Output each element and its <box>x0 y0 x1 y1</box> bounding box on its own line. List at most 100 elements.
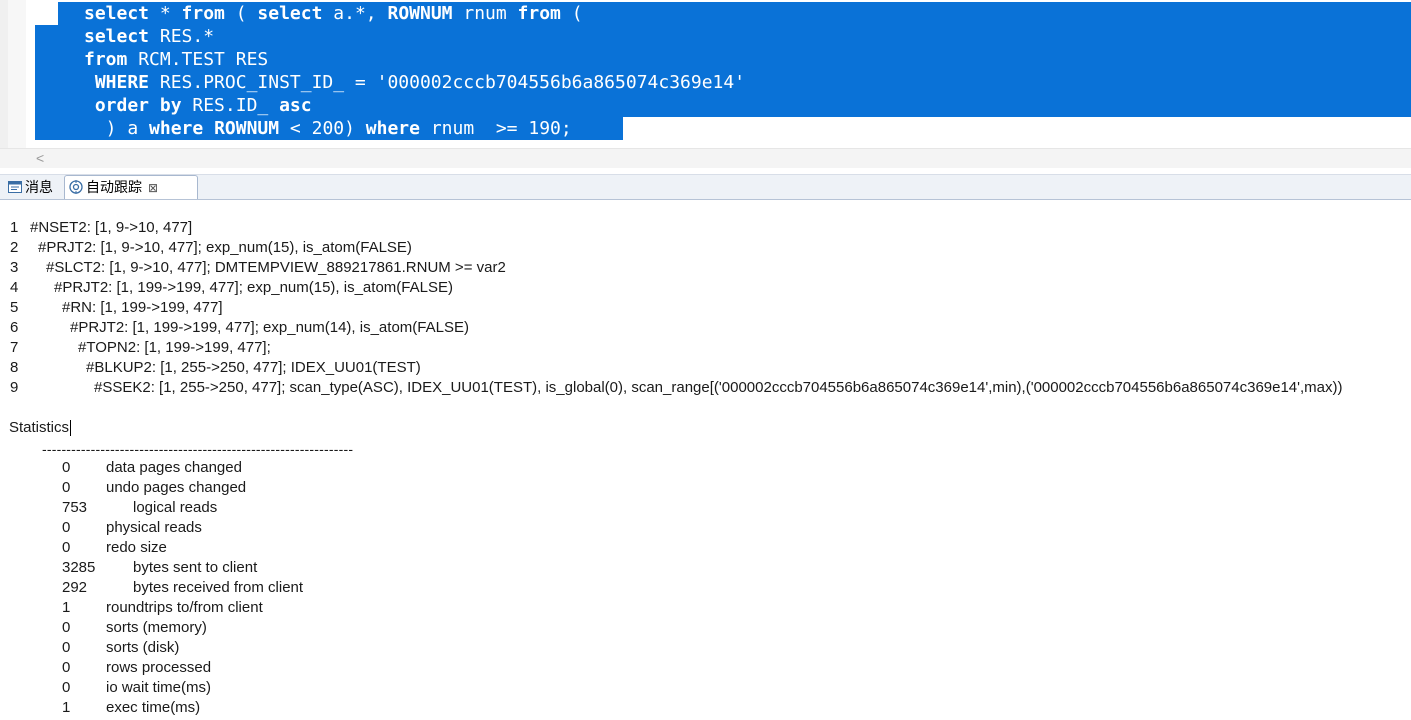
statistic-value: 0 <box>62 519 71 536</box>
sql-keyword: from <box>517 3 561 24</box>
plan-line-number: 4 <box>10 279 19 296</box>
statistic-label: exec time(ms) <box>106 699 201 716</box>
statistic-value: 753 <box>62 499 88 516</box>
plan-line-number: 6 <box>10 319 19 336</box>
statistics-row: 1 roundtrips to/from client <box>0 598 600 618</box>
statistics-row: 753 logical reads <box>0 498 600 518</box>
sql-keyword: WHERE <box>84 72 150 93</box>
plan-line: 1 #NSET2: [1, 9->10, 477] <box>10 218 192 238</box>
plan-line: 2 #PRJT2: [1, 9->10, 477]; exp_num(15), i… <box>10 238 412 258</box>
sql-line[interactable]: select * from ( select a.*, ROWNUM rnum … <box>84 2 583 25</box>
statistics-row: 0 rows processed <box>0 658 600 678</box>
sql-text: ( <box>560 3 583 24</box>
statistic-label: physical reads <box>106 519 202 536</box>
statistic-value: 3285 <box>62 559 96 576</box>
sql-keyword: select <box>84 26 150 47</box>
sql-text: RES.ID_ <box>181 95 280 116</box>
plan-line-number: 7 <box>10 339 19 356</box>
sql-line[interactable]: WHERE RES.PROC_INST_ID_ = '000002cccb704… <box>84 71 745 94</box>
plan-line: 8 #BLKUP2: [1, 255->250, 477]; IDEX_UU01(… <box>10 358 421 378</box>
tab-autotrace[interactable]: 自动跟踪 ⊠ <box>64 175 198 199</box>
sql-text: RES.PROC_INST_ID_ = '000002cccb704556b6a… <box>149 72 746 93</box>
statistic-label: sorts (memory) <box>106 619 207 636</box>
statistics-row: 3285 bytes sent to client <box>0 558 600 578</box>
statistic-label: roundtrips to/from client <box>106 599 263 616</box>
plan-line-text: #TOPN2: [1, 199->199, 477]; <box>78 339 271 356</box>
sql-keyword: where <box>365 118 420 139</box>
sql-text: ( <box>224 3 258 24</box>
target-icon <box>69 180 83 195</box>
statistics-row: 292 bytes received from client <box>0 578 600 598</box>
plan-line-text: #BLKUP2: [1, 255->250, 477]; IDEX_UU01(T… <box>86 359 421 376</box>
statistic-label: io wait time(ms) <box>106 679 212 696</box>
sql-keyword: select <box>84 3 150 24</box>
statistic-value: 1 <box>62 599 71 616</box>
plan-line-text: #SSEK2: [1, 255->250, 477]; scan_type(AS… <box>94 379 1343 396</box>
text-caret <box>70 420 72 437</box>
statistics-row: 1 exec time(ms) <box>0 698 600 718</box>
sql-line[interactable]: from RCM.TEST RES <box>84 48 268 71</box>
messages-icon <box>8 181 22 194</box>
statistics-row: 0 sorts (memory) <box>0 618 600 638</box>
sql-text: rnum <box>452 3 518 24</box>
close-tab-icon[interactable]: ⊠ <box>148 181 158 195</box>
statistic-value: 0 <box>62 679 71 696</box>
statistic-value: 292 <box>62 579 88 596</box>
statistic-value: 0 <box>62 459 71 476</box>
sql-editor[interactable]: select * from ( select a.*, ROWNUM rnum … <box>0 0 1411 148</box>
sql-text: RES.* <box>149 26 215 47</box>
plan-line: 6 #PRJT2: [1, 199->199, 477]; exp_num(14)… <box>10 318 469 338</box>
plan-line-number: 5 <box>10 299 19 316</box>
horizontal-scrollbar[interactable]: < <box>0 148 1411 168</box>
statistics-row: 0 data pages changed <box>0 458 600 478</box>
selection-highlight <box>35 25 1411 48</box>
sql-keyword: ROWNUM <box>387 3 453 24</box>
plan-line-text: #PRJT2: [1, 199->199, 477]; exp_num(15),… <box>54 279 453 296</box>
sql-text: rnum >= 190; <box>419 118 572 139</box>
autotrace-output: 1 #NSET2: [1, 9->10, 477] 2 #PRJT2: [1, 9->… <box>0 199 1411 720</box>
sql-keyword: select <box>257 3 323 24</box>
statistic-label: undo pages changed <box>106 479 247 496</box>
sql-line[interactable]: ) a where ROWNUM < 200) where rnum >= 19… <box>84 117 572 140</box>
sql-text: ) a <box>84 118 150 139</box>
statistic-value: 0 <box>62 659 71 676</box>
tab-messages-label: 消息 <box>25 179 53 195</box>
plan-line: 7 #TOPN2: [1, 199->199, 477]; <box>10 338 271 358</box>
statistics-row: 0 io wait time(ms) <box>0 678 600 698</box>
plan-line-number: 1 <box>10 219 19 236</box>
sql-keyword: from <box>181 3 225 24</box>
statistics-row: 0 sorts (disk) <box>0 638 600 658</box>
sql-line[interactable]: order by RES.ID_ asc <box>84 94 312 117</box>
sql-text: a.*, <box>322 3 388 24</box>
editor-ruler <box>8 0 26 148</box>
sql-keyword: order by <box>84 95 182 116</box>
statistic-label: bytes received from client <box>133 579 304 596</box>
sql-keyword: where <box>149 118 204 139</box>
sql-line[interactable]: select RES.* <box>84 25 214 48</box>
statistic-value: 1 <box>62 699 71 716</box>
statistics-row: 0 undo pages changed <box>0 478 600 498</box>
result-tab-bar: 消息 自动跟踪 ⊠ <box>0 174 1411 200</box>
statistics-heading: Statistics <box>9 419 72 437</box>
tab-autotrace-label: 自动跟踪 <box>86 179 142 195</box>
plan-line: 3 #SLCT2: [1, 9->10, 477]; DMTEMPVIEW_889… <box>10 258 506 278</box>
statistic-value: 0 <box>62 619 71 636</box>
plan-line: 4 #PRJT2: [1, 199->199, 477]; exp_num(15)… <box>10 278 453 298</box>
sql-text: < 200) <box>279 118 366 139</box>
plan-line: 9 #SSEK2: [1, 255->250, 477]; scan_type(A… <box>10 378 1343 398</box>
tab-messages[interactable]: 消息 <box>4 176 70 198</box>
statistic-label: sorts (disk) <box>106 639 180 656</box>
statistic-label: redo size <box>106 539 167 556</box>
statistic-label: logical reads <box>133 499 218 516</box>
statistic-label: data pages changed <box>106 459 242 476</box>
plan-line-number: 8 <box>10 359 19 376</box>
statistic-value: 0 <box>62 479 71 496</box>
statistic-value: 0 <box>62 639 71 656</box>
sql-text: RCM.TEST RES <box>127 49 269 70</box>
statistic-value: 0 <box>62 539 71 556</box>
plan-line: 5 #RN: [1, 199->199, 477] <box>10 298 223 318</box>
scroll-left-arrow-icon[interactable]: < <box>36 149 44 168</box>
statistics-row: 0 physical reads <box>0 518 600 538</box>
plan-line-text: #RN: [1, 199->199, 477] <box>62 299 223 316</box>
